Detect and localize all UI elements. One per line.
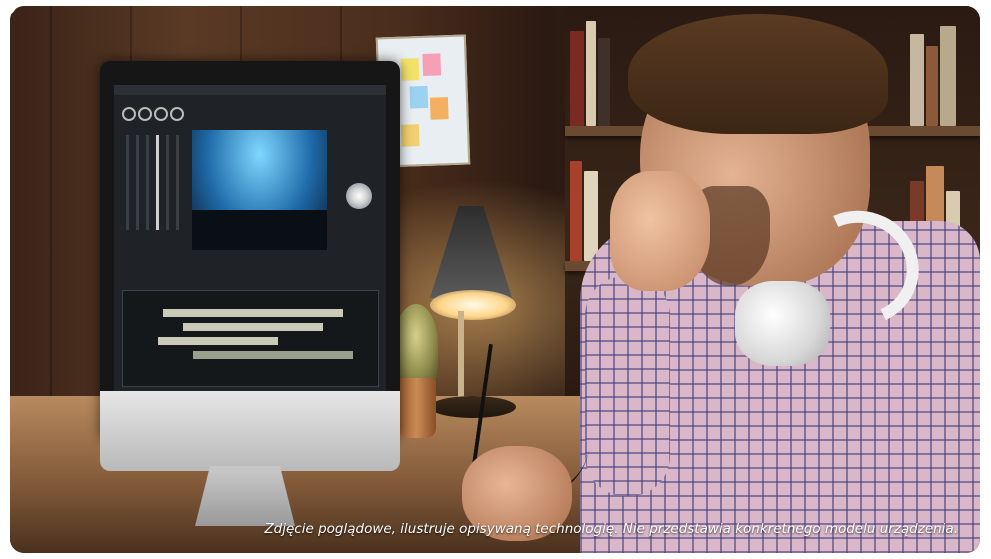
computer-monitor: [100, 61, 400, 441]
knob-icon: [138, 107, 152, 121]
timeline-clip: [183, 323, 323, 331]
book: [910, 34, 924, 126]
book: [926, 46, 938, 126]
color-wheel-icon: [346, 183, 372, 209]
sticky-note: [429, 97, 449, 120]
knob-icon: [170, 107, 184, 121]
sticky-note: [400, 58, 420, 81]
video-editor-screen: [114, 85, 386, 435]
image-caption: Zdjęcie poglądowe, ilustruje opisywaną t…: [264, 521, 958, 537]
monitor-stand: [195, 466, 295, 526]
timeline-clip: [193, 351, 353, 359]
sticky-note: [409, 85, 429, 109]
book: [598, 38, 610, 126]
timeline-clip: [158, 337, 278, 345]
audio-fader: [166, 135, 169, 230]
monitor-chin: [100, 391, 400, 471]
knob-icon: [122, 107, 136, 121]
cactus-plant: [394, 304, 438, 384]
timeline-clip: [163, 309, 343, 317]
video-preview: [192, 130, 327, 250]
book: [570, 161, 582, 261]
audio-fader: [146, 135, 149, 230]
audio-fader: [156, 135, 159, 230]
desk-lamp-shade: [430, 206, 512, 298]
plant-pot: [398, 378, 436, 438]
headphones-icon: [735, 281, 830, 366]
desk-lamp-light: [430, 290, 516, 320]
editor-menubar: [114, 85, 386, 95]
hand-rubbing-eyes: [610, 171, 710, 291]
book: [584, 171, 598, 261]
audio-fader: [176, 135, 179, 230]
knob-icon: [154, 107, 168, 121]
book: [570, 31, 584, 126]
book: [940, 26, 956, 126]
sticky-note: [422, 53, 442, 76]
book: [586, 21, 596, 126]
man-hair: [628, 14, 888, 134]
audio-fader: [126, 135, 129, 230]
desk-lamp-arm: [458, 311, 464, 406]
sticky-note: [400, 124, 420, 147]
concert-crowd: [192, 210, 327, 250]
audio-fader: [136, 135, 139, 230]
photo-frame: Zdjęcie poglądowe, ilustruje opisywaną t…: [10, 6, 980, 553]
editing-timeline: [122, 290, 379, 387]
